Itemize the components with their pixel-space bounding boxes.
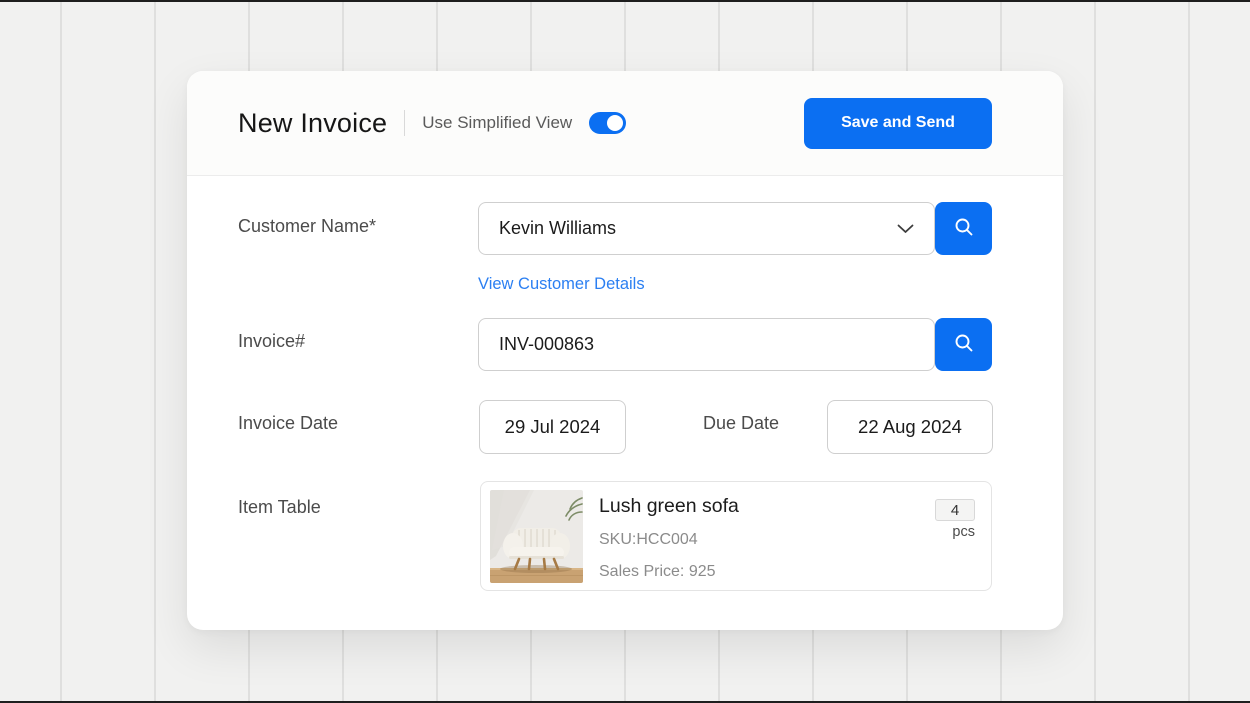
page-title: New Invoice <box>238 108 387 139</box>
invoice-date-label: Invoice Date <box>238 411 338 435</box>
new-invoice-card: New Invoice Use Simplified View Save and… <box>187 71 1063 630</box>
card-header: New Invoice Use Simplified View Save and… <box>187 71 1063 176</box>
due-date-label: Due Date <box>703 411 779 435</box>
item-table-label: Item Table <box>238 495 321 519</box>
header-divider <box>404 110 405 136</box>
customer-name-label: Customer Name* <box>238 214 376 238</box>
invoice-number-value: INV-000863 <box>499 334 594 355</box>
item-quantity-unit: pcs <box>952 524 975 540</box>
search-icon <box>953 332 975 357</box>
item-quantity-input[interactable]: 4 <box>935 499 975 521</box>
view-customer-details-link[interactable]: View Customer Details <box>478 275 645 294</box>
item-image-sofa <box>490 490 583 583</box>
item-row[interactable]: Lush green sofa SKU:HCC004 Sales Price: … <box>480 481 992 591</box>
card-body: Customer Name* Kevin Williams View Custo… <box>187 176 1063 630</box>
customer-search-button[interactable] <box>935 202 992 255</box>
save-and-send-button[interactable]: Save and Send <box>804 98 992 149</box>
due-date-input[interactable]: 22 Aug 2024 <box>827 400 993 454</box>
item-name: Lush green sofa <box>599 495 739 518</box>
chevron-down-icon <box>897 224 914 234</box>
item-sku: SKU:HCC004 <box>599 531 698 549</box>
invoice-number-input[interactable]: INV-000863 <box>478 318 935 371</box>
toggle-knob <box>607 115 623 131</box>
simplified-view-label: Use Simplified View <box>422 113 572 133</box>
item-price: Sales Price: 925 <box>599 563 716 581</box>
customer-name-value: Kevin Williams <box>499 218 616 239</box>
invoice-date-input[interactable]: 29 Jul 2024 <box>479 400 626 454</box>
invoice-number-label: Invoice# <box>238 329 305 353</box>
simplified-view-toggle[interactable] <box>589 112 626 134</box>
search-icon <box>953 216 975 241</box>
invoice-search-button[interactable] <box>935 318 992 371</box>
page-top-edge <box>0 0 1250 2</box>
customer-name-select[interactable]: Kevin Williams <box>478 202 935 255</box>
